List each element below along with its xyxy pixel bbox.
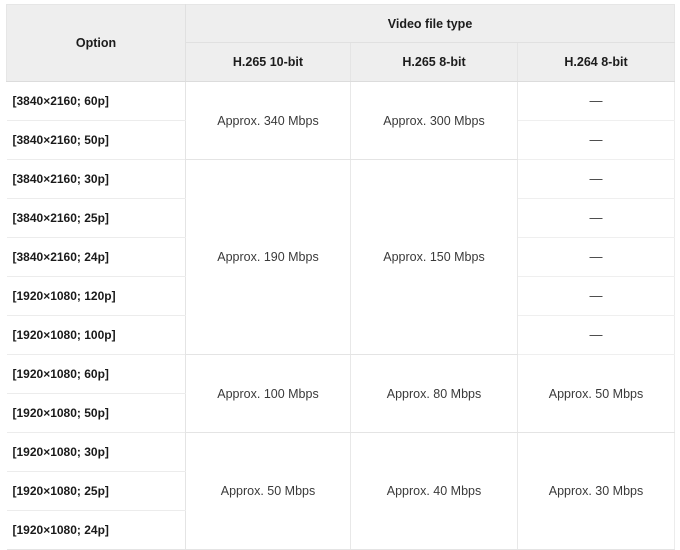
not-available-cell: — [517, 276, 676, 316]
not-available-cell: — [517, 81, 676, 121]
table-row: [3840×2160; 30p] Approx. 190 Mbps Approx. … [6, 159, 676, 355]
table-row: [1920×1080; 30p] Approx. 50 Mbps Approx. 4… [6, 432, 676, 550]
em-dash-icon: — [589, 132, 603, 147]
bitrate-cell-h264-8bit: Approx. 30 Mbps [517, 432, 676, 550]
em-dash-icon: — [589, 249, 603, 264]
header-row-group: Option Video file type [6, 4, 676, 82]
option-cell: [3840×2160; 50p] [6, 120, 186, 160]
table-body: [3840×2160; 60p] Approx. 340 Mbps Approx. … [6, 81, 676, 550]
option-cell: [1920×1080; 30p] [6, 432, 186, 472]
not-available-cell: — [517, 159, 676, 199]
em-dash-icon: — [589, 93, 603, 108]
table-row: [3840×2160; 60p] Approx. 340 Mbps Approx. … [6, 81, 676, 160]
bitrate-cell-h265-10bit: Approx. 340 Mbps [185, 81, 351, 160]
option-cell: [3840×2160; 24p] [6, 237, 186, 277]
header-video-file-type: Video file type [185, 4, 676, 43]
bitrate-spec-table: Option Video file type H.265 10-bit H.26… [6, 4, 676, 550]
bitrate-cell-h265-8bit: Approx. 300 Mbps [350, 81, 518, 160]
option-cell: [3840×2160; 60p] [6, 81, 186, 121]
bitrate-cell-h265-8bit: Approx. 40 Mbps [350, 432, 518, 550]
em-dash-icon: — [589, 327, 603, 342]
option-cell: [1920×1080; 50p] [6, 393, 186, 433]
table-header: Option Video file type H.265 10-bit H.26… [6, 4, 676, 82]
not-available-cell: — [517, 198, 676, 238]
option-cell: [3840×2160; 30p] [6, 159, 186, 199]
option-cell: [1920×1080; 120p] [6, 276, 186, 316]
em-dash-icon: — [589, 288, 603, 303]
bitrate-cell-h265-10bit: Approx. 190 Mbps [185, 159, 351, 355]
not-available-cell: — [517, 237, 676, 277]
em-dash-icon: — [589, 210, 603, 225]
option-cell: [1920×1080; 24p] [6, 510, 186, 550]
em-dash-icon: — [589, 171, 603, 186]
not-available-cell: — [517, 120, 676, 160]
header-h264-8bit: H.264 8-bit [517, 42, 676, 82]
header-option: Option [6, 4, 186, 82]
not-available-cell: — [517, 315, 676, 355]
bitrate-cell-h265-8bit: Approx. 80 Mbps [350, 354, 518, 433]
option-cell: [1920×1080; 60p] [6, 354, 186, 394]
bitrate-cell-h264-8bit: Approx. 50 Mbps [517, 354, 676, 433]
bitrate-cell-h265-8bit: Approx. 150 Mbps [350, 159, 518, 355]
header-h265-10bit: H.265 10-bit [185, 42, 351, 82]
bitrate-cell-h265-10bit: Approx. 50 Mbps [185, 432, 351, 550]
header-h265-8bit: H.265 8-bit [350, 42, 518, 82]
table-row: [1920×1080; 60p] Approx. 100 Mbps Approx. … [6, 354, 676, 433]
bitrate-spec-table-container: Option Video file type H.265 10-bit H.26… [6, 4, 676, 550]
option-cell: [3840×2160; 25p] [6, 198, 186, 238]
bitrate-cell-h265-10bit: Approx. 100 Mbps [185, 354, 351, 433]
option-cell: [1920×1080; 25p] [6, 471, 186, 511]
option-cell: [1920×1080; 100p] [6, 315, 186, 355]
